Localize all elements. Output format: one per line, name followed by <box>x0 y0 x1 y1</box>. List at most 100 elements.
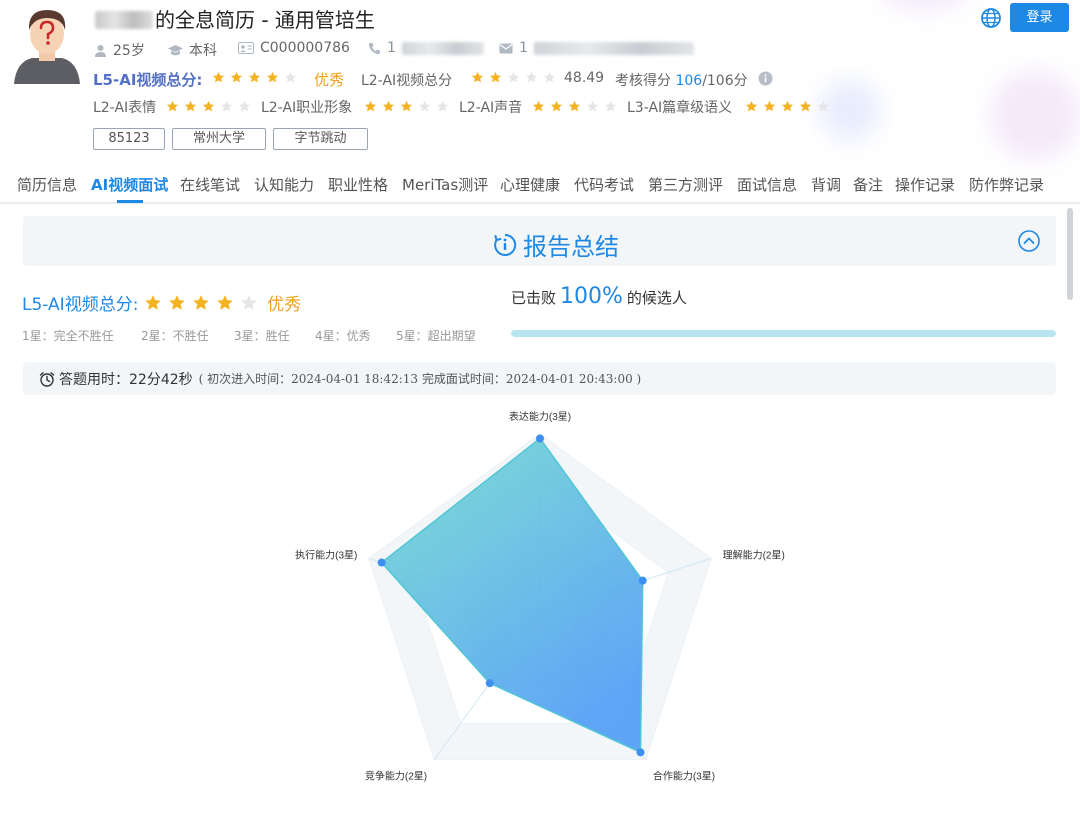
star-filled-icon <box>763 100 776 112</box>
education-item: 本科 <box>168 40 217 60</box>
star-empty-icon <box>586 100 599 112</box>
star-empty-icon <box>543 71 556 83</box>
alarm-clock-icon <box>39 371 55 387</box>
avatar <box>12 4 82 84</box>
report-title: 报告总结 <box>493 227 619 262</box>
redacted-phone <box>401 41 484 55</box>
radar-data-point[interactable] <box>536 434 544 443</box>
star-filled-icon <box>489 71 502 83</box>
radar-data-point[interactable] <box>377 558 386 567</box>
age-item: 25岁 <box>94 40 145 60</box>
star-filled-icon <box>212 71 225 83</box>
sub-score-label: L2-AI表情 <box>93 100 157 116</box>
language-globe-button[interactable] <box>980 7 1002 29</box>
tab-online-test[interactable]: 在线笔试 <box>180 174 240 195</box>
tab-meritas[interactable]: MeriTas测评 <box>402 174 488 195</box>
star-filled-icon <box>230 71 243 83</box>
candidate-id-item: C000000786 <box>238 40 350 56</box>
star-filled-icon <box>781 100 794 112</box>
sub-score-stars <box>166 100 251 113</box>
star-filled-icon <box>217 295 233 310</box>
star-empty-icon <box>220 100 233 112</box>
radar-data-point[interactable] <box>638 576 647 585</box>
sub-score-label: L2-AI声音 <box>459 100 523 116</box>
l5-score-label: L5-AI视频总分: <box>93 71 203 89</box>
star-filled-icon <box>745 100 758 112</box>
tab-resume-info[interactable]: 简历信息 <box>17 174 77 195</box>
radar-axis-label: 合作能力(3星) <box>653 769 715 782</box>
tab-notes[interactable]: 备注 <box>853 174 883 195</box>
answer-time-box: 答题用时： 22分42秒 ( 初次进入时间：2024-04-01 18:42:1… <box>23 362 1056 395</box>
active-tab-indicator <box>117 200 143 203</box>
report-l5-stars <box>144 294 258 312</box>
star-filled-icon <box>202 100 215 112</box>
tab-mental-health[interactable]: 心理健康 <box>500 174 560 195</box>
star-empty-icon <box>507 71 520 83</box>
collapse-button[interactable] <box>1017 229 1041 253</box>
star-empty-icon <box>241 295 257 310</box>
candidate-header: 的全息简历 - 通用管培生 登录 25岁 本科 C000000786 1 1 L… <box>0 0 1080 162</box>
star-empty-icon <box>238 100 251 112</box>
beat-progress-bar <box>511 330 1056 337</box>
radar-axis-label: 理解能力(2星) <box>723 549 785 562</box>
tab-third-party[interactable]: 第三方测评 <box>648 174 723 195</box>
star-filled-icon <box>471 71 484 83</box>
star-filled-icon <box>184 100 197 112</box>
login-button[interactable]: 登录 <box>1010 3 1069 32</box>
tab-personality[interactable]: 职业性格 <box>328 174 388 195</box>
tab-anti-cheat-log[interactable]: 防作弊记录 <box>969 174 1044 195</box>
id-card-icon <box>238 42 254 54</box>
star-filled-icon <box>364 100 377 112</box>
phone-icon <box>368 42 380 54</box>
sub-score-stars <box>745 100 830 113</box>
star-empty-icon <box>284 71 297 83</box>
tab-interview-info[interactable]: 面试信息 <box>737 174 797 195</box>
radar-axis-label: 表达能力(3星) <box>509 410 571 423</box>
l5-star-rating <box>212 71 297 84</box>
avatar-placeholder-icon <box>14 10 80 84</box>
l5-rating-text: 优秀 <box>314 71 345 89</box>
star-filled-icon <box>532 100 545 112</box>
star-filled-icon <box>169 295 185 310</box>
star-empty-icon <box>525 71 538 83</box>
sub-score-stars <box>364 100 449 113</box>
scrollbar-thumb[interactable] <box>1067 208 1073 300</box>
redacted-name <box>95 11 153 29</box>
star-filled-icon <box>382 100 395 112</box>
page-title: 的全息简历 - 通用管培生 <box>95 4 375 33</box>
star-filled-icon <box>193 295 209 310</box>
report-l5-score: L5-AI视频总分: 优秀 <box>22 294 302 315</box>
star-filled-icon <box>400 100 413 112</box>
report-summary-banner: 报告总结 <box>23 216 1056 266</box>
star-filled-icon <box>166 100 179 112</box>
star-filled-icon <box>799 100 812 112</box>
graduation-cap-icon <box>168 44 183 55</box>
tab-operation-log[interactable]: 操作记录 <box>895 174 955 195</box>
radar-axis-label: 执行能力(3星) <box>295 549 357 562</box>
tag[interactable]: 字节跳动 <box>273 128 368 150</box>
star-empty-icon <box>418 100 431 112</box>
radar-data-point[interactable] <box>636 748 645 757</box>
l2-video-star-rating <box>471 71 556 84</box>
radar-data-point[interactable] <box>485 679 494 688</box>
beat-progress-fill <box>511 330 1056 337</box>
tab-cognitive-ability[interactable]: 认知能力 <box>254 174 314 195</box>
tab-ai-video-interview[interactable]: AI视频面试 <box>91 174 168 195</box>
radar-axis-label: 竞争能力(2星) <box>365 769 427 782</box>
tab-bar: 简历信息 AI视频面试 在线笔试 认知能力 职业性格 MeriTas测评 心理健… <box>0 162 1080 204</box>
sub-score-label: L3-AI篇章级语义 <box>627 100 733 116</box>
tab-background-check[interactable]: 背调 <box>811 174 841 195</box>
tab-coding-exam[interactable]: 代码考试 <box>574 174 634 195</box>
l2-video-score: 48.49 <box>564 70 605 86</box>
phone-item: 1 <box>368 40 484 56</box>
person-icon <box>95 44 106 57</box>
info-icon[interactable] <box>758 71 773 90</box>
tag[interactable]: 85123 <box>93 128 165 150</box>
resume-page: 的全息简历 - 通用管培生 登录 25岁 本科 C000000786 1 1 L… <box>0 0 1080 825</box>
star-empty-icon <box>436 100 449 112</box>
tag[interactable]: 常州大学 <box>172 128 266 150</box>
redacted-email <box>533 41 694 55</box>
report-info-icon <box>494 233 517 256</box>
email-item: 1 <box>499 40 694 56</box>
l2-video-label: L2-AI视频总分 <box>361 73 453 89</box>
